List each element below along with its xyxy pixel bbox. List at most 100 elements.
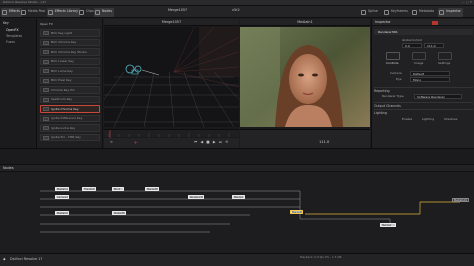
effect-item[interactable]: BCC Luma Key	[40, 67, 100, 75]
effects-tree: Key OpenFX Templates Fuses	[0, 19, 37, 148]
tab-image[interactable]: Image	[414, 62, 423, 65]
node-mediain1[interactable]: MediaIn1	[55, 187, 69, 191]
effect-thumbnail-icon	[43, 69, 49, 74]
play-controls[interactable]: ⏮ ◀ ■ ▶ ⏭ ⟲	[194, 140, 229, 145]
global-in-label: Global In/Out	[402, 38, 422, 42]
nodes-button[interactable]: Nodes	[94, 7, 114, 17]
inspector-header: Inspector	[372, 19, 474, 26]
node-merge1[interactable]: Merge1	[232, 195, 245, 199]
effect-thumbnail-icon	[43, 116, 49, 121]
settings-tab-icon[interactable]	[438, 52, 452, 60]
global-in-field[interactable]: 0.0	[402, 43, 422, 48]
spline-icon	[361, 9, 366, 15]
inspector-icon	[439, 9, 444, 15]
effect-item-label: Ignite Luma Key	[51, 125, 76, 130]
effect-item[interactable]: Ignite Difference Key	[40, 114, 100, 122]
clips-icon	[79, 9, 84, 15]
effect-item-label: BCC Chroma Key	[51, 40, 77, 45]
node-merge3d1[interactable]: Merge3D1	[145, 187, 159, 191]
tree-item-openfx[interactable]: OpenFX	[6, 28, 19, 32]
metadata-icon	[412, 9, 417, 15]
effect-item-label: BCC Key Light	[51, 30, 73, 35]
effects-icon	[2, 9, 7, 15]
node-merge2[interactable]: Merge2	[380, 223, 396, 227]
effect-item[interactable]: Spektrum Key	[40, 95, 100, 103]
effect-item[interactable]: BCC Key Light	[40, 29, 100, 37]
inspector-button[interactable]: Inspector	[438, 7, 463, 17]
spline-button[interactable]: Spline	[360, 8, 380, 17]
node-renderer3d1[interactable]: Renderer3D1	[188, 195, 204, 199]
viewer-node-label: Merge1057	[168, 7, 188, 12]
effect-item[interactable]: Ignite Chroma Key	[40, 105, 100, 113]
lighting-enable-label: Enable	[402, 117, 413, 121]
toolbar: Effects Media Pool Effects Library Clips…	[0, 6, 474, 18]
node-camera3d1[interactable]: Camera3D1	[55, 195, 69, 199]
effect-item-label: Ignite Chroma Key	[51, 106, 79, 111]
node-mediaout1[interactable]: MediaOut1	[452, 198, 469, 202]
timeline-ruler[interactable]	[104, 129, 239, 138]
node-mediain2[interactable]: MediaIn2	[55, 211, 69, 215]
effect-item-label: BCC Pixel Key	[51, 78, 72, 83]
3d-grid-view[interactable]	[104, 27, 239, 127]
keyframes-button[interactable]: Keyframes	[383, 8, 410, 17]
effect-item-label: BCC Chroma Key Studio	[51, 49, 87, 54]
effect-item[interactable]: Ignite Pro - HSR Key	[40, 133, 100, 141]
effect-item-label: BCC Linear Key	[51, 59, 74, 64]
effect-item[interactable]: BCC Pixel Key	[40, 76, 100, 84]
playback-status: Playback: 0.0 fps 0% - 1.3 GB	[300, 255, 342, 259]
media-pool-icon	[21, 9, 26, 15]
resolve-logo-icon: ◆	[3, 256, 6, 261]
effect-item-label: Ignite Pro - HSR Key	[51, 135, 81, 140]
effect-thumbnail-icon	[43, 88, 49, 93]
effect-item[interactable]: BCC Chroma Key	[40, 38, 100, 46]
image-tab-icon[interactable]	[412, 52, 426, 60]
tree-item-templates[interactable]: Templates	[6, 34, 22, 38]
reporting-section[interactable]: Reporting	[374, 87, 473, 93]
camera-label: Camera	[390, 71, 402, 75]
nodes-header: Nodes	[0, 165, 474, 172]
effects-section-label: Open FX	[40, 22, 53, 26]
node-blur1[interactable]: Blur1	[112, 187, 124, 191]
lighting-toggle-label[interactable]: Lighting	[422, 118, 434, 121]
effect-item[interactable]: BCC Chroma Key Studio	[40, 48, 100, 56]
metadata-button[interactable]: Metadata	[411, 8, 436, 17]
node-transform2[interactable]: Transform2	[82, 187, 96, 191]
shadows-toggle-label[interactable]: Shadows	[444, 118, 457, 121]
effect-thumbnail-icon	[43, 97, 49, 102]
controls-tab-icon[interactable]	[386, 52, 400, 60]
effect-item-label: Ignite Difference Key	[51, 116, 83, 121]
left-viewer[interactable]: Merge1057 ⟲ ✛	[104, 19, 239, 148]
keyframes-icon	[384, 9, 389, 15]
effects-tab-button[interactable]: Effects	[1, 7, 22, 17]
media-pool-button[interactable]: Media Pool	[20, 8, 47, 17]
nodes-panel[interactable]: Nodes MediaIn1 Transform2 Blur1 Merge3D1…	[0, 164, 474, 253]
tab-settings[interactable]: Settings	[438, 62, 450, 65]
effect-thumbnail-icon	[43, 40, 49, 45]
tab-controls[interactable]: Controls	[386, 62, 398, 65]
lighting-section[interactable]: Lighting	[374, 109, 473, 115]
window-controls[interactable]: — ▢ ✕	[456, 0, 472, 5]
status-bar: ◆ DaVinci Resolve 17 Playback: 0.0 fps 0…	[0, 253, 474, 266]
effect-thumbnail-icon	[43, 135, 49, 140]
window-title: DaVinci Resolve Studio - v17	[3, 0, 47, 4]
portrait-image	[240, 27, 370, 127]
effect-item[interactable]: BCC Linear Key	[40, 57, 100, 65]
output-channels-section[interactable]: Output Channels	[374, 102, 473, 108]
tree-item-key[interactable]: Key	[3, 21, 9, 25]
effects-library-button[interactable]: Effects Library	[47, 7, 80, 17]
node-shape3d1[interactable]: Shape3D1	[112, 211, 126, 215]
effect-item[interactable]: Ignite Luma Key	[40, 124, 100, 132]
effect-item[interactable]: Chroma Key Pro	[40, 86, 100, 94]
version-label: v5r2	[232, 7, 240, 12]
right-viewer[interactable]: MediaIn1	[240, 19, 370, 148]
inspector-node-name[interactable]: Renderer3D1	[374, 29, 473, 35]
tree-item-fuses[interactable]: Fuses	[6, 40, 15, 44]
renderer-type-select[interactable]: Software Renderer	[414, 94, 462, 99]
global-out-field[interactable]: 111.0	[424, 43, 444, 48]
effect-item-label: BCC Luma Key	[51, 68, 73, 73]
right-viewer-header: MediaIn1	[240, 19, 370, 26]
eye-select[interactable]: Mono	[410, 77, 450, 82]
playback-controls: ⏮ ◀ ■ ▶ ⏭ ⟲ 111.0	[104, 139, 370, 148]
camera-select[interactable]: Default	[410, 71, 450, 76]
node-merge3d2[interactable]: Merge3D2	[290, 210, 303, 214]
